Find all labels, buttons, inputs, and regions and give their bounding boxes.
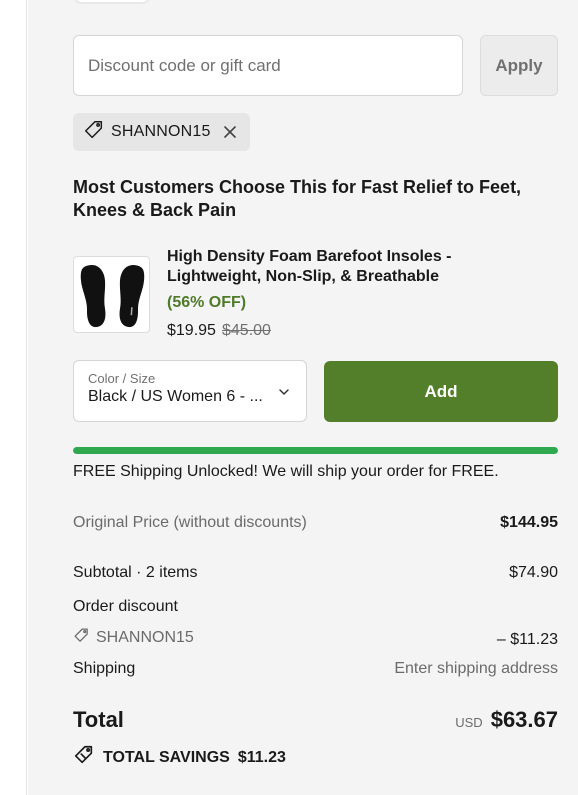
- variant-caption: Color / Size: [88, 371, 156, 386]
- original-price-label: Original Price (without discounts): [73, 514, 307, 531]
- savings-label: TOTAL SAVINGS: [103, 748, 230, 766]
- original-price-value: $144.95: [500, 514, 558, 531]
- left-gutter: [0, 0, 27, 795]
- shipping-label: Shipping: [73, 660, 136, 677]
- progress-fill: [73, 447, 558, 454]
- order-discount-label: Order discount: [73, 598, 178, 615]
- order-discount-value: – $11.23: [496, 631, 558, 648]
- order-discount-code-line: SHANNON15: [73, 627, 194, 649]
- free-shipping-message: FREE Shipping Unlocked! We will ship you…: [73, 463, 499, 480]
- subtotal-row: Subtotal · 2 items $74.90: [73, 564, 558, 582]
- shipping-value: Enter shipping address: [394, 660, 558, 677]
- applied-discount-code: SHANNON15: [111, 123, 211, 140]
- product-price: $19.95: [167, 322, 216, 339]
- chevron-down-icon: [278, 385, 290, 397]
- total-value-group: USD $63.67: [455, 707, 558, 733]
- product-discount-badge: (56% OFF): [167, 294, 247, 311]
- discount-code-input[interactable]: [73, 35, 463, 96]
- product-image: [73, 256, 150, 333]
- applied-discount-chip: SHANNON15: [73, 113, 250, 151]
- savings-value: $11.23: [237, 748, 286, 766]
- savings-tag-icon: [73, 744, 95, 771]
- total-amount: $63.67: [490, 707, 558, 732]
- previous-item-stub: [73, 0, 151, 4]
- subtotal-label: Subtotal · 2 items: [73, 564, 198, 581]
- order-discount-code: SHANNON15: [96, 629, 194, 646]
- add-upsell-button[interactable]: Add: [324, 361, 558, 422]
- tag-icon: [73, 627, 90, 649]
- shipping-row: Shipping Enter shipping address: [73, 660, 558, 678]
- original-price-row: Original Price (without discounts) $144.…: [73, 514, 558, 532]
- product-name[interactable]: High Density Foam Barefoot Insoles - Lig…: [167, 247, 497, 287]
- order-discount-row: Order discount: [73, 598, 558, 616]
- upsell-title: Most Customers Choose This for Fast Reli…: [73, 177, 522, 220]
- insole-left: [80, 264, 106, 328]
- subtotal-value: $74.90: [509, 564, 558, 581]
- total-row: Total USD $63.67: [73, 707, 558, 733]
- total-savings: TOTAL SAVINGS $11.23: [73, 744, 286, 771]
- tag-icon: [83, 119, 105, 146]
- apply-discount-button[interactable]: Apply: [480, 35, 558, 96]
- total-label: Total: [73, 707, 124, 732]
- free-shipping-progress: [73, 447, 558, 454]
- currency-code: USD: [455, 715, 483, 730]
- order-discount-code-row: SHANNON15 – $11.23: [73, 627, 558, 649]
- insole-right: [119, 264, 145, 328]
- close-icon[interactable]: [220, 122, 240, 142]
- product-compare-price: $45.00: [222, 322, 271, 339]
- variant-select[interactable]: Color / Size Black / US Women 6 - ...: [73, 360, 307, 422]
- variant-value: Black / US Women 6 - ...: [88, 388, 263, 405]
